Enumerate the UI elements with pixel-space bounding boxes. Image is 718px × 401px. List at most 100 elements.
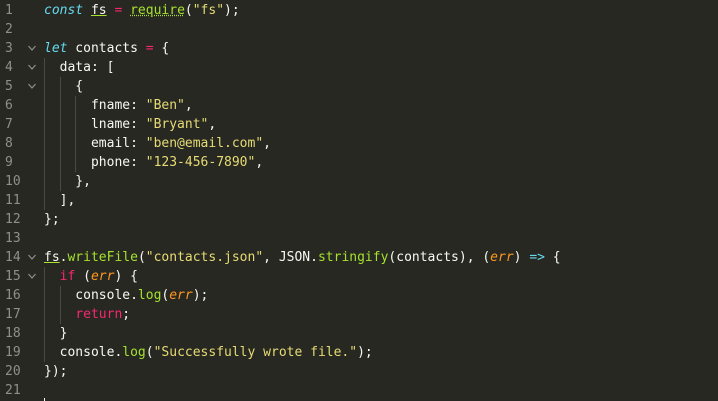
code-text: }); — [44, 362, 67, 381]
code-token: console. — [44, 345, 123, 360]
code-text: }, — [44, 172, 91, 191]
code-text: lname: "Bryant", — [44, 115, 216, 134]
code-token: "fs" — [192, 3, 225, 18]
code-token: , — [208, 117, 217, 132]
code-token: err — [90, 269, 115, 284]
code-token: { — [544, 250, 561, 265]
code-token: log — [137, 288, 162, 303]
code-text: fname: "Ben", — [44, 96, 193, 115]
line-number: 8 — [5, 136, 13, 151]
code-token: ) { — [114, 269, 138, 284]
code-line[interactable]: 1 const fs = require("fs"); — [0, 1, 718, 20]
code-line[interactable]: 12}; — [0, 210, 718, 229]
code-line[interactable]: 21 — [0, 381, 718, 400]
code-token: "contacts.json" — [145, 250, 264, 265]
code-token: (contacts), ( — [388, 250, 491, 265]
code-token: , JSON. — [263, 250, 318, 265]
code-text: } — [44, 324, 68, 343]
code-token: ); — [224, 3, 240, 18]
code-text: console.log("Successfully wrote file."); — [44, 343, 373, 362]
code-token: ( — [184, 3, 193, 18]
code-line[interactable]: 18 } — [0, 324, 718, 343]
code-line[interactable]: 8 email: "ben@email.com", — [0, 134, 718, 153]
code-token: { — [44, 79, 84, 94]
indent-guide — [60, 286, 61, 324]
code-line[interactable]: 15 if (err) { — [0, 267, 718, 286]
line-number: 1 — [5, 3, 13, 18]
indent-guide — [44, 58, 45, 210]
code-token: , — [184, 98, 193, 113]
code-line[interactable]: 3 let contacts = { — [0, 39, 718, 58]
code-token: contacts — [67, 41, 146, 56]
code-token: "Successfully wrote file." — [153, 345, 358, 360]
code-text: return; — [44, 305, 130, 324]
code-token: const — [44, 3, 84, 18]
code-line[interactable]: 13 — [0, 229, 718, 248]
line-number: 3 — [5, 41, 13, 56]
code-text: data: [ — [44, 58, 115, 77]
line-number: 15 — [5, 269, 21, 284]
code-line[interactable]: 14 fs.writeFile("contacts.json", JSON.str… — [0, 248, 718, 267]
code-line[interactable]: 10 }, — [0, 172, 718, 191]
line-number: 12 — [5, 212, 21, 227]
line-number: 16 — [5, 288, 21, 303]
code-token: if — [59, 269, 76, 284]
code-token: "Ben" — [145, 98, 185, 113]
code-token: stringify — [317, 250, 389, 265]
code-line[interactable]: 19 console.log("Successfully wrote file.… — [0, 343, 718, 362]
line-number: 14 — [5, 250, 21, 265]
code-text: email: "ben@email.com", — [44, 134, 271, 153]
code-line[interactable]: 17 return; — [0, 305, 718, 324]
code-token: ); — [357, 345, 373, 360]
code-token: }; — [44, 212, 60, 227]
code-token: => — [529, 250, 545, 265]
code-line[interactable]: 4 data: [ — [0, 58, 718, 77]
code-token: fs — [44, 250, 60, 265]
code-token: require — [130, 3, 185, 18]
line-number: 9 — [5, 155, 13, 170]
code-token: = — [145, 41, 154, 56]
code-token: log — [122, 345, 146, 360]
code-line[interactable]: 5 { — [0, 77, 718, 96]
code-line[interactable]: 7 lname: "Bryant", — [0, 115, 718, 134]
code-token: data: [ — [44, 60, 115, 75]
code-line[interactable]: 16 console.log(err); — [0, 286, 718, 305]
line-number: 19 — [5, 345, 21, 360]
code-editor[interactable]: 1 const fs = require("fs"); 2 3 let contacts… — [0, 0, 718, 401]
line-number: 10 — [5, 174, 21, 189]
code-token: ); — [192, 288, 209, 303]
code-token: writeFile — [67, 250, 138, 265]
code-token: ( — [145, 345, 154, 360]
code-token: "123-456-7890" — [145, 155, 256, 170]
line-number: 2 — [5, 22, 13, 37]
code-token: fs — [90, 3, 107, 18]
code-token: "Bryant" — [145, 117, 209, 132]
code-token: , — [263, 136, 271, 151]
line-number: 17 — [5, 307, 21, 322]
indent-guide — [60, 77, 61, 191]
code-token: "ben@email.com" — [145, 136, 264, 151]
code-token: }); — [44, 364, 68, 379]
code-text: console.log(err); — [44, 286, 208, 305]
code-line[interactable]: 9 phone: "123-456-7890", — [0, 153, 718, 172]
code-line[interactable]: 6 fname: "Ben", — [0, 96, 718, 115]
code-token: ) — [513, 250, 530, 265]
code-token: { — [153, 41, 170, 56]
code-token: ( — [75, 269, 91, 284]
indent-guide — [44, 267, 45, 362]
code-token: } — [44, 326, 68, 341]
line-number: 4 — [5, 60, 13, 75]
code-line[interactable]: 20}); — [0, 362, 718, 381]
line-number: 20 — [5, 364, 21, 379]
line-number: 21 — [5, 383, 21, 398]
code-text: phone: "123-456-7890", — [44, 153, 263, 172]
code-token: ; — [122, 307, 131, 322]
line-number: 6 — [5, 98, 13, 113]
code-text: if (err) { — [44, 267, 138, 286]
code-line[interactable]: 11 ], — [0, 191, 718, 210]
code-token: , — [255, 155, 264, 170]
indent-guide — [75, 96, 76, 172]
line-number: 13 — [5, 231, 21, 246]
code-line[interactable]: 2 — [0, 20, 718, 39]
